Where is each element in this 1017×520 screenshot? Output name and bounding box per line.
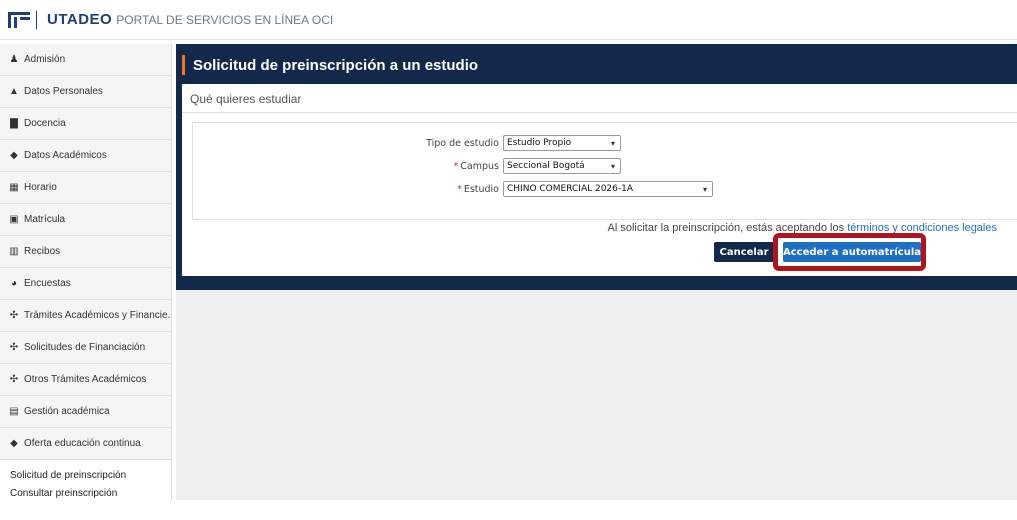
campus-select[interactable]: Seccional Bogotá ▾ <box>503 158 621 174</box>
form-row-campus: * Campus Seccional Bogotá ▾ <box>379 158 621 174</box>
cancel-button[interactable]: Cancelar <box>714 242 774 262</box>
sidebar-item-oferta-educacion-continua[interactable]: ◆ Oferta educación continua <box>0 428 171 460</box>
chevron-down-icon: ▾ <box>610 161 615 171</box>
sidebar-item-encuestas[interactable]: ◕ Encuestas <box>0 268 171 300</box>
content-background <box>176 290 1017 500</box>
sidebar-item-admision[interactable]: ♟ Admisión <box>0 44 171 76</box>
sidebar-item-matricula[interactable]: ▣ Matrícula <box>0 204 171 236</box>
sidebar: ♟ Admisión ▲ Datos Personales ▇ Docencia ◆ D… <box>0 44 172 520</box>
highlight-annotation-box <box>773 233 926 271</box>
person-icon: ▲ <box>9 86 19 97</box>
estudio-label: * Estudio <box>457 183 499 195</box>
enrollment-icon: ▣ <box>9 214 19 225</box>
estudio-select[interactable]: CHINO COMERCIAL 2026-1A ▾ <box>503 181 713 197</box>
chevron-down-icon: ▾ <box>610 138 615 148</box>
sidebar-item-docencia[interactable]: ▇ Docencia <box>0 108 171 140</box>
network-icon: ✣ <box>9 342 19 353</box>
form-row-estudio: * Estudio CHINO COMERCIAL 2026-1A ▾ <box>379 181 713 197</box>
clipboard-icon: ▤ <box>9 406 19 417</box>
sidebar-item-recibos[interactable]: ▥ Recibos <box>0 236 171 268</box>
network-icon: ✣ <box>9 374 19 385</box>
panel-title: Solicitud de preinscripción a un estudio <box>182 54 478 76</box>
sidebar-item-datos-academicos[interactable]: ◆ Datos Académicos <box>0 140 171 172</box>
chevron-down-icon: ▾ <box>702 184 707 194</box>
utadeo-logo[interactable]: UTADEO <box>8 10 113 29</box>
sidebar-item-datos-personales[interactable]: ▲ Datos Personales <box>0 76 171 108</box>
sidebar-item-horario[interactable]: ▦ Horario <box>0 172 171 204</box>
tipo-estudio-label: Tipo de estudio <box>426 137 499 149</box>
sidebar-subitem-solicitud-preinscripcion[interactable]: Solicitud de preinscripción <box>0 466 171 484</box>
logo-mark-icon <box>8 11 30 28</box>
study-form: Tipo de estudio Estudio Propio ▾ * Campus … <box>192 122 1017 220</box>
sidebar-subitem-consultar-preinscripcion[interactable]: Consultar preinscripción <box>0 484 171 502</box>
book-icon: ▇ <box>10 118 18 129</box>
sidebar-item-solicitudes-financiacion[interactable]: ✣ Solicitudes de Financiación <box>0 332 171 364</box>
portal-title: PORTAL DE SERVICIOS EN LÍNEA OCI <box>116 12 334 27</box>
title-accent-bar <box>182 55 185 75</box>
graduation-cap-icon: ◆ <box>10 150 18 161</box>
preinscription-panel: Solicitud de preinscripción a un estudio… <box>176 44 1017 290</box>
sidebar-item-gestion-academica[interactable]: ▤ Gestión académica <box>0 396 171 428</box>
person-graduate-icon: ♟ <box>9 54 19 65</box>
panel-subtitle: Qué quieres estudiar <box>190 92 302 106</box>
graduation-cap-icon: ◆ <box>10 438 18 449</box>
logo-text: UTADEO <box>47 11 113 28</box>
sidebar-item-tramites-academicos-financieros[interactable]: ✣ Trámites Académicos y Financie... <box>0 300 171 332</box>
pie-chart-icon: ◕ <box>10 278 18 289</box>
top-bar: UTADEO PORTAL DE SERVICIOS EN LÍNEA OCI <box>0 0 1017 40</box>
calendar-icon: ▦ <box>9 182 19 193</box>
network-icon: ✣ <box>9 310 19 321</box>
tipo-estudio-select[interactable]: Estudio Propio ▾ <box>503 135 621 151</box>
form-row-tipo: Tipo de estudio Estudio Propio ▾ <box>379 135 621 151</box>
sidebar-submenu: Solicitud de preinscripción Consultar pr… <box>0 460 171 520</box>
barcode-icon: ▥ <box>9 246 19 257</box>
sidebar-item-otros-tramites[interactable]: ✣ Otros Trámites Académicos <box>0 364 171 396</box>
campus-label: * Campus <box>453 160 499 172</box>
